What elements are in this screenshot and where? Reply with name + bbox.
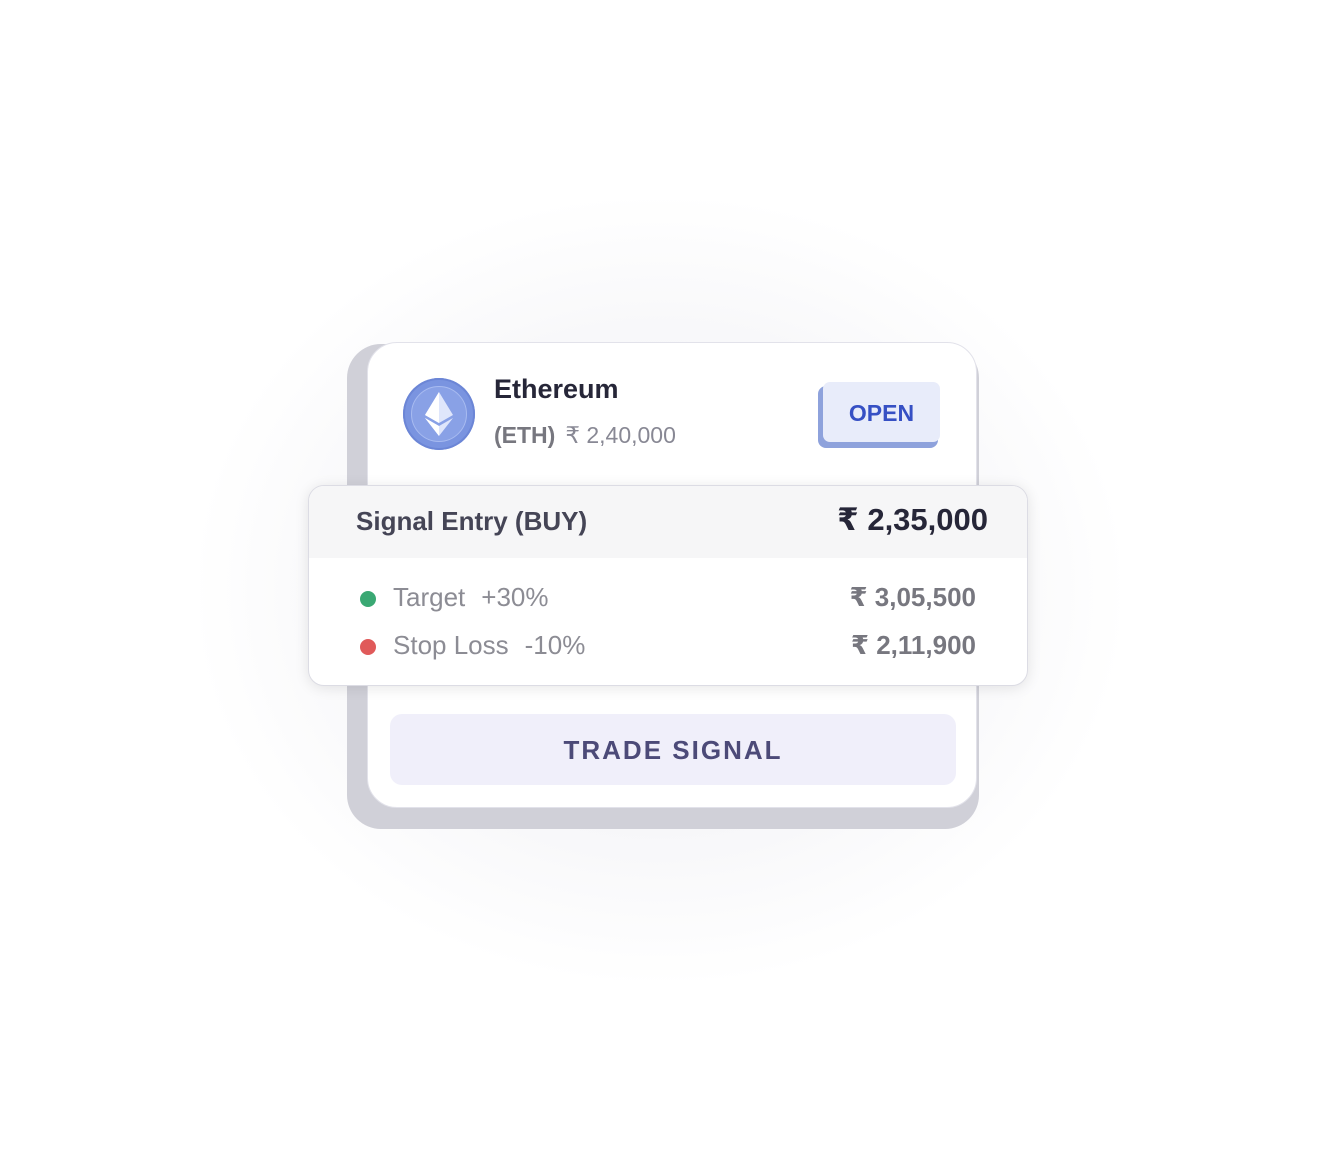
target-label: Target — [393, 582, 466, 612]
stop-loss-value: ₹ 2,11,900 — [850, 630, 976, 660]
stop-loss-label: Stop Loss — [393, 630, 509, 660]
stop-loss-dot-icon — [360, 639, 376, 655]
ethereum-icon — [403, 378, 475, 450]
asset-price: ₹ 2,40,000 — [565, 422, 676, 448]
signal-entry-title: Signal Entry (BUY) — [356, 506, 588, 536]
asset-name: Ethereum — [494, 374, 619, 404]
target-value: ₹ 3,05,500 — [849, 582, 976, 612]
signal-entry-price: ₹ 2,35,000 — [837, 502, 988, 537]
target-dot-icon — [360, 591, 376, 607]
open-status-button[interactable]: OPEN — [823, 382, 940, 442]
stop-loss-percent: -10% — [524, 630, 586, 660]
target-percent: +30% — [481, 582, 549, 612]
trade-signal-button[interactable]: TRADE SIGNAL — [390, 714, 956, 785]
signal-entry-panel: Signal Entry (BUY) ₹ 2,35,000 Target +30%… — [308, 485, 1028, 686]
signal-entry-header: Signal Entry (BUY) ₹ 2,35,000 — [309, 486, 1027, 558]
asset-symbol: (ETH) — [494, 422, 556, 448]
target-row: Target +30% ₹ 3,05,500 — [309, 578, 1027, 618]
stop-loss-row: Stop Loss -10% ₹ 2,11,900 — [309, 626, 1027, 666]
asset-subtitle: (ETH) ₹ 2,40,000 — [494, 422, 676, 449]
ethereum-diamond-icon — [425, 392, 453, 436]
